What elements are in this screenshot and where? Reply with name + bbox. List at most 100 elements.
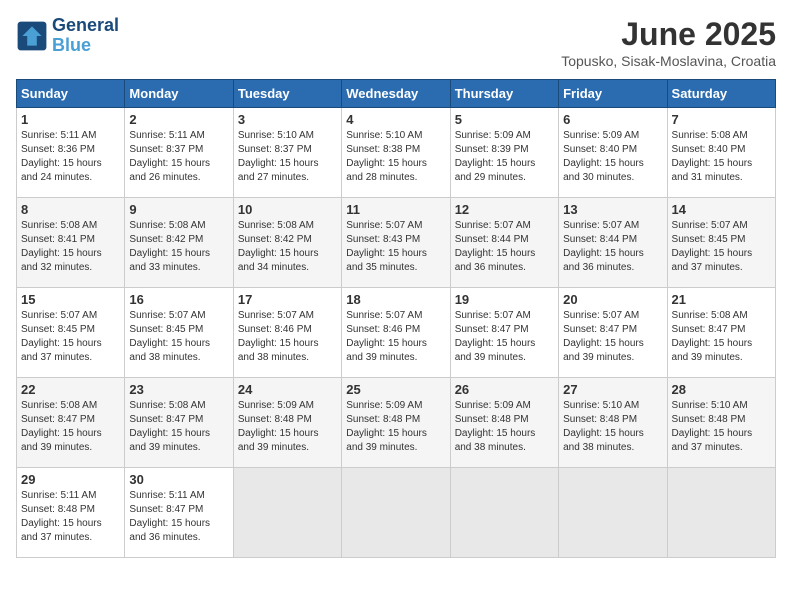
day-number: 26 [455, 382, 554, 397]
day-number: 6 [563, 112, 662, 127]
day-number: 16 [129, 292, 228, 307]
calendar-cell: 9 Sunrise: 5:08 AM Sunset: 8:42 PM Dayli… [125, 198, 233, 288]
calendar-cell: 22 Sunrise: 5:08 AM Sunset: 8:47 PM Dayl… [17, 378, 125, 468]
day-number: 25 [346, 382, 445, 397]
calendar-week-row: 22 Sunrise: 5:08 AM Sunset: 8:47 PM Dayl… [17, 378, 776, 468]
day-number: 13 [563, 202, 662, 217]
calendar-cell: 30 Sunrise: 5:11 AM Sunset: 8:47 PM Dayl… [125, 468, 233, 558]
calendar-week-row: 29 Sunrise: 5:11 AM Sunset: 8:48 PM Dayl… [17, 468, 776, 558]
day-number: 5 [455, 112, 554, 127]
day-number: 9 [129, 202, 228, 217]
day-number: 2 [129, 112, 228, 127]
calendar-cell: 23 Sunrise: 5:08 AM Sunset: 8:47 PM Dayl… [125, 378, 233, 468]
calendar-cell: 12 Sunrise: 5:07 AM Sunset: 8:44 PM Dayl… [450, 198, 558, 288]
calendar-cell: 10 Sunrise: 5:08 AM Sunset: 8:42 PM Dayl… [233, 198, 341, 288]
calendar-cell: 17 Sunrise: 5:07 AM Sunset: 8:46 PM Dayl… [233, 288, 341, 378]
day-number: 27 [563, 382, 662, 397]
day-number: 11 [346, 202, 445, 217]
day-number: 8 [21, 202, 120, 217]
day-info: Sunrise: 5:09 AM Sunset: 8:39 PM Dayligh… [455, 129, 554, 185]
day-number: 20 [563, 292, 662, 307]
day-info: Sunrise: 5:08 AM Sunset: 8:42 PM Dayligh… [129, 219, 228, 275]
day-info: Sunrise: 5:11 AM Sunset: 8:36 PM Dayligh… [21, 129, 120, 185]
logo-text: General Blue [52, 16, 119, 56]
day-number: 7 [672, 112, 771, 127]
subtitle: Topusko, Sisak-Moslavina, Croatia [561, 53, 776, 69]
calendar-cell: 14 Sunrise: 5:07 AM Sunset: 8:45 PM Dayl… [667, 198, 775, 288]
calendar-week-row: 15 Sunrise: 5:07 AM Sunset: 8:45 PM Dayl… [17, 288, 776, 378]
day-info: Sunrise: 5:07 AM Sunset: 8:45 PM Dayligh… [21, 309, 120, 365]
day-info: Sunrise: 5:09 AM Sunset: 8:48 PM Dayligh… [455, 399, 554, 455]
day-info: Sunrise: 5:07 AM Sunset: 8:43 PM Dayligh… [346, 219, 445, 275]
day-number: 3 [238, 112, 337, 127]
calendar-cell [667, 468, 775, 558]
day-number: 24 [238, 382, 337, 397]
day-info: Sunrise: 5:07 AM Sunset: 8:45 PM Dayligh… [672, 219, 771, 275]
day-info: Sunrise: 5:07 AM Sunset: 8:47 PM Dayligh… [563, 309, 662, 365]
day-info: Sunrise: 5:07 AM Sunset: 8:45 PM Dayligh… [129, 309, 228, 365]
day-info: Sunrise: 5:10 AM Sunset: 8:38 PM Dayligh… [346, 129, 445, 185]
day-info: Sunrise: 5:07 AM Sunset: 8:44 PM Dayligh… [455, 219, 554, 275]
calendar-day-header: Friday [559, 80, 667, 108]
calendar-cell: 13 Sunrise: 5:07 AM Sunset: 8:44 PM Dayl… [559, 198, 667, 288]
main-title: June 2025 [561, 16, 776, 53]
calendar-cell: 29 Sunrise: 5:11 AM Sunset: 8:48 PM Dayl… [17, 468, 125, 558]
calendar-cell: 5 Sunrise: 5:09 AM Sunset: 8:39 PM Dayli… [450, 108, 558, 198]
day-number: 19 [455, 292, 554, 307]
calendar-cell: 8 Sunrise: 5:08 AM Sunset: 8:41 PM Dayli… [17, 198, 125, 288]
calendar-header-row: SundayMondayTuesdayWednesdayThursdayFrid… [17, 80, 776, 108]
calendar-day-header: Monday [125, 80, 233, 108]
calendar-table: SundayMondayTuesdayWednesdayThursdayFrid… [16, 79, 776, 558]
day-info: Sunrise: 5:08 AM Sunset: 8:42 PM Dayligh… [238, 219, 337, 275]
day-number: 14 [672, 202, 771, 217]
day-info: Sunrise: 5:08 AM Sunset: 8:47 PM Dayligh… [672, 309, 771, 365]
calendar-cell: 19 Sunrise: 5:07 AM Sunset: 8:47 PM Dayl… [450, 288, 558, 378]
calendar-cell: 15 Sunrise: 5:07 AM Sunset: 8:45 PM Dayl… [17, 288, 125, 378]
day-number: 17 [238, 292, 337, 307]
calendar-cell: 1 Sunrise: 5:11 AM Sunset: 8:36 PM Dayli… [17, 108, 125, 198]
calendar-cell: 26 Sunrise: 5:09 AM Sunset: 8:48 PM Dayl… [450, 378, 558, 468]
day-info: Sunrise: 5:11 AM Sunset: 8:47 PM Dayligh… [129, 489, 228, 545]
calendar-cell: 27 Sunrise: 5:10 AM Sunset: 8:48 PM Dayl… [559, 378, 667, 468]
calendar-cell: 28 Sunrise: 5:10 AM Sunset: 8:48 PM Dayl… [667, 378, 775, 468]
calendar-day-header: Tuesday [233, 80, 341, 108]
calendar-cell: 6 Sunrise: 5:09 AM Sunset: 8:40 PM Dayli… [559, 108, 667, 198]
calendar-cell: 11 Sunrise: 5:07 AM Sunset: 8:43 PM Dayl… [342, 198, 450, 288]
day-info: Sunrise: 5:08 AM Sunset: 8:41 PM Dayligh… [21, 219, 120, 275]
day-number: 21 [672, 292, 771, 307]
day-info: Sunrise: 5:11 AM Sunset: 8:37 PM Dayligh… [129, 129, 228, 185]
calendar-cell: 2 Sunrise: 5:11 AM Sunset: 8:37 PM Dayli… [125, 108, 233, 198]
calendar-cell [342, 468, 450, 558]
calendar-week-row: 8 Sunrise: 5:08 AM Sunset: 8:41 PM Dayli… [17, 198, 776, 288]
day-info: Sunrise: 5:10 AM Sunset: 8:48 PM Dayligh… [563, 399, 662, 455]
day-number: 1 [21, 112, 120, 127]
day-number: 29 [21, 472, 120, 487]
calendar-cell: 24 Sunrise: 5:09 AM Sunset: 8:48 PM Dayl… [233, 378, 341, 468]
day-number: 23 [129, 382, 228, 397]
calendar-day-header: Wednesday [342, 80, 450, 108]
day-number: 30 [129, 472, 228, 487]
day-info: Sunrise: 5:09 AM Sunset: 8:48 PM Dayligh… [346, 399, 445, 455]
calendar-cell: 20 Sunrise: 5:07 AM Sunset: 8:47 PM Dayl… [559, 288, 667, 378]
day-number: 28 [672, 382, 771, 397]
day-info: Sunrise: 5:09 AM Sunset: 8:48 PM Dayligh… [238, 399, 337, 455]
day-info: Sunrise: 5:10 AM Sunset: 8:48 PM Dayligh… [672, 399, 771, 455]
day-info: Sunrise: 5:07 AM Sunset: 8:46 PM Dayligh… [346, 309, 445, 365]
calendar-cell: 3 Sunrise: 5:10 AM Sunset: 8:37 PM Dayli… [233, 108, 341, 198]
calendar-day-header: Saturday [667, 80, 775, 108]
page-header: General Blue June 2025 Topusko, Sisak-Mo… [16, 16, 776, 69]
day-info: Sunrise: 5:08 AM Sunset: 8:40 PM Dayligh… [672, 129, 771, 185]
day-number: 18 [346, 292, 445, 307]
title-block: June 2025 Topusko, Sisak-Moslavina, Croa… [561, 16, 776, 69]
day-info: Sunrise: 5:09 AM Sunset: 8:40 PM Dayligh… [563, 129, 662, 185]
day-info: Sunrise: 5:07 AM Sunset: 8:44 PM Dayligh… [563, 219, 662, 275]
day-number: 15 [21, 292, 120, 307]
calendar-cell: 4 Sunrise: 5:10 AM Sunset: 8:38 PM Dayli… [342, 108, 450, 198]
day-number: 22 [21, 382, 120, 397]
day-info: Sunrise: 5:07 AM Sunset: 8:47 PM Dayligh… [455, 309, 554, 365]
calendar-cell: 21 Sunrise: 5:08 AM Sunset: 8:47 PM Dayl… [667, 288, 775, 378]
day-info: Sunrise: 5:10 AM Sunset: 8:37 PM Dayligh… [238, 129, 337, 185]
day-info: Sunrise: 5:11 AM Sunset: 8:48 PM Dayligh… [21, 489, 120, 545]
day-number: 10 [238, 202, 337, 217]
day-info: Sunrise: 5:08 AM Sunset: 8:47 PM Dayligh… [129, 399, 228, 455]
